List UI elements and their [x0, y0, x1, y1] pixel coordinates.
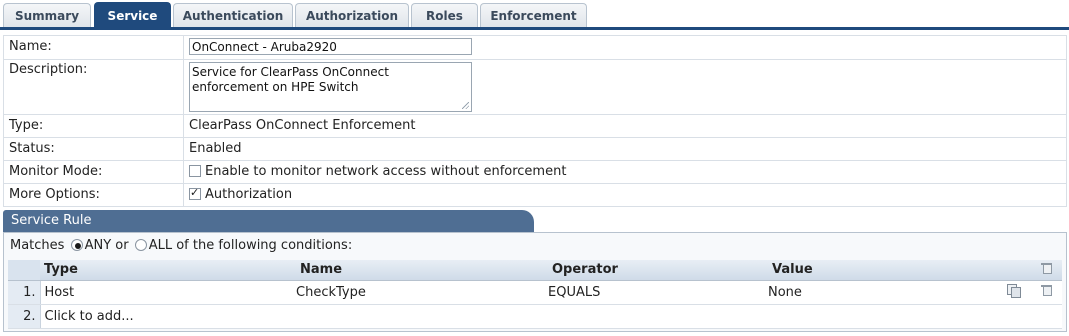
- resize-grip-icon[interactable]: [462, 102, 469, 109]
- tab-enforcement[interactable]: Enforcement: [480, 3, 587, 28]
- description-label: Description:: [3, 59, 184, 115]
- service-rule-panel: Matches ANY or ALL of the following cond…: [3, 232, 1067, 332]
- match-any-radio[interactable]: [70, 239, 83, 251]
- column-name: Name: [296, 260, 548, 281]
- match-all-label: ALL of the following conditions:: [148, 238, 353, 253]
- row-number: 1.: [8, 280, 41, 305]
- row-actions: [992, 280, 1062, 305]
- cell-operator: EQUALS: [548, 280, 768, 305]
- trash-icon[interactable]: [1040, 261, 1054, 275]
- tab-bar: Summary Service Authentication Authoriza…: [0, 0, 1069, 30]
- authorization-checkbox[interactable]: [189, 186, 201, 200]
- tab-roles[interactable]: Roles: [411, 3, 478, 28]
- tab-authorization[interactable]: Authorization: [295, 3, 409, 28]
- type-value: ClearPass OnConnect Enforcement: [183, 114, 1067, 138]
- more-options-label: More Options:: [3, 183, 184, 207]
- row-number: 2.: [8, 304, 41, 329]
- description-text: Service for ClearPass OnConnect enforcem…: [192, 65, 389, 94]
- match-selector: Matches ANY or ALL of the following cond…: [10, 238, 352, 253]
- name-label: Name:: [3, 35, 184, 60]
- row-number-header: [8, 260, 40, 281]
- tab-authentication[interactable]: Authentication: [173, 3, 293, 28]
- service-rule-header: Service Rule: [3, 210, 534, 232]
- status-value: Enabled: [183, 137, 1067, 161]
- tab-summary[interactable]: Summary: [3, 3, 91, 28]
- monitor-mode-checkbox[interactable]: [189, 165, 201, 177]
- match-any-label: ANY or: [84, 238, 129, 253]
- tab-service[interactable]: Service: [94, 2, 171, 29]
- description-textarea[interactable]: Service for ClearPass OnConnect enforcem…: [189, 62, 472, 112]
- cell-value: None: [768, 280, 992, 305]
- type-label: Type:: [3, 114, 184, 138]
- trash-icon[interactable]: [1040, 283, 1054, 297]
- column-value: Value: [768, 260, 992, 281]
- column-operator: Operator: [548, 260, 768, 281]
- column-type: Type: [40, 260, 296, 281]
- add-row[interactable]: 2. Click to add...: [8, 304, 1062, 329]
- header-actions: [992, 260, 1062, 281]
- status-label: Status:: [3, 137, 184, 161]
- click-to-add-link[interactable]: Click to add...: [40, 304, 1062, 329]
- name-input[interactable]: [189, 38, 472, 55]
- match-all-radio[interactable]: [134, 239, 147, 251]
- cell-name: CheckType: [296, 280, 548, 305]
- copy-icon[interactable]: [1006, 283, 1021, 298]
- rule-conditions-table: Type Name Operator Value 1. Host CheckTy…: [8, 260, 1062, 329]
- monitor-mode-text: Enable to monitor network access without…: [205, 164, 567, 179]
- matches-label: Matches: [10, 238, 65, 253]
- cell-type: Host: [40, 280, 296, 305]
- monitor-mode-label: Monitor Mode:: [3, 160, 184, 184]
- service-properties: Name: Description: Service for ClearPass…: [3, 35, 1067, 207]
- table-row[interactable]: 1. Host CheckType EQUALS None: [8, 280, 1062, 305]
- authorization-text: Authorization: [205, 187, 293, 202]
